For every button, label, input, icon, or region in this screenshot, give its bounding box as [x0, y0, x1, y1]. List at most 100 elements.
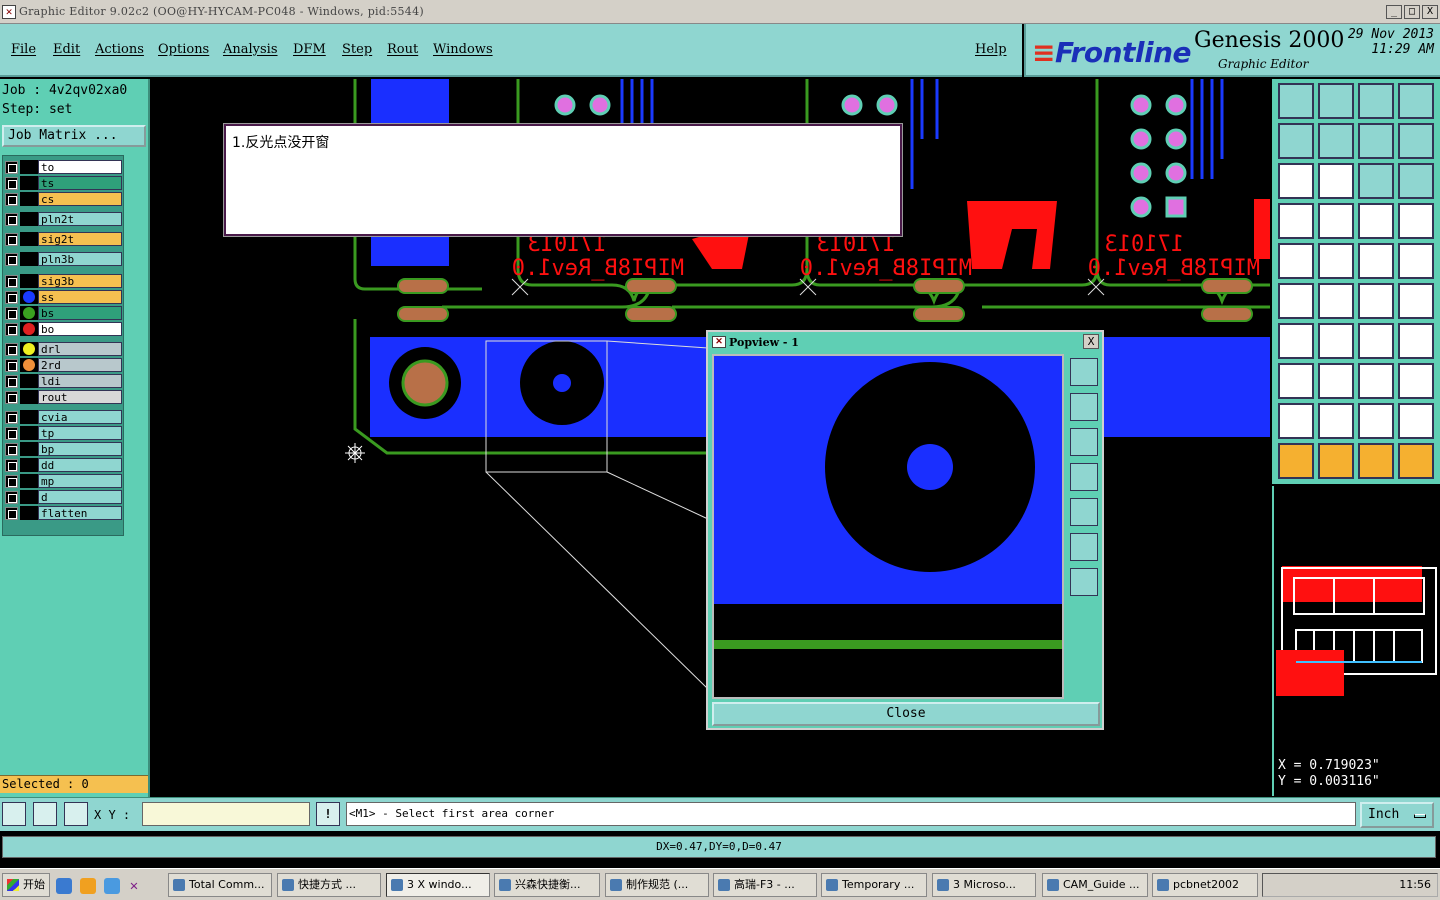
lasso-icon[interactable] — [1358, 443, 1394, 479]
layer-checkbox[interactable] — [5, 160, 18, 174]
layer-checkbox[interactable] — [5, 192, 18, 206]
layer-checkbox[interactable] — [5, 306, 18, 320]
menu-file[interactable]: File — [11, 42, 36, 57]
layer-checkbox[interactable] — [5, 176, 18, 190]
ie-icon[interactable] — [56, 878, 72, 894]
zoom-area-icon[interactable] — [1398, 83, 1434, 119]
menu-step[interactable]: Step — [342, 42, 372, 57]
layer-name[interactable]: dd — [38, 458, 122, 472]
xy-input[interactable] — [142, 802, 310, 826]
fill-mode-icon[interactable] — [1398, 243, 1434, 279]
layer-row-bo[interactable]: bo — [5, 322, 122, 336]
layer-name[interactable]: tp — [38, 426, 122, 440]
popview-close-icon[interactable]: X — [1083, 334, 1099, 349]
menu-windows[interactable]: Windows — [433, 42, 493, 57]
menu-actions[interactable]: Actions — [95, 42, 144, 57]
surface-icon[interactable] — [1398, 403, 1434, 439]
alert-button[interactable]: ! — [316, 802, 340, 826]
layer-row-dd[interactable]: dd — [5, 458, 122, 472]
layer-color-indicator[interactable] — [20, 274, 38, 288]
layer-name[interactable]: sig3b — [38, 274, 122, 288]
layer-checkbox[interactable] — [5, 212, 18, 226]
layer-row-ldi[interactable]: ldi — [5, 374, 122, 388]
layer-color-indicator[interactable] — [20, 442, 38, 456]
layer-row-bs[interactable]: bs — [5, 306, 122, 320]
layer-row-cs[interactable]: cs — [5, 192, 122, 206]
layer-name[interactable]: bs — [38, 306, 122, 320]
menu-options[interactable]: Options — [158, 42, 209, 57]
resize-icon[interactable] — [1358, 363, 1394, 399]
layer-color-indicator[interactable] — [20, 160, 38, 174]
minimize-button[interactable]: _ — [1386, 5, 1402, 19]
layer-name[interactable]: flatten — [38, 506, 122, 520]
popview-pan-left-icon[interactable] — [1070, 463, 1098, 491]
quicklaunch-icon[interactable] — [80, 878, 96, 894]
layer-checkbox[interactable] — [5, 506, 18, 520]
redraw-mode-icon[interactable] — [1398, 123, 1434, 159]
layer-checkbox[interactable] — [5, 490, 18, 504]
measure-icon[interactable] — [33, 802, 57, 826]
panel-minimap[interactable] — [1272, 486, 1440, 754]
layer-checkbox[interactable] — [5, 374, 18, 388]
layer-name[interactable]: ldi — [38, 374, 122, 388]
layer-checkbox[interactable] — [5, 458, 18, 472]
divide-icon[interactable] — [1318, 363, 1354, 399]
layer-color-indicator[interactable] — [20, 342, 38, 356]
layer-row-tp[interactable]: tp — [5, 426, 122, 440]
select-pointer-icon[interactable] — [1318, 443, 1354, 479]
layer-color-indicator[interactable] — [20, 490, 38, 504]
layer-name[interactable]: drl — [38, 342, 122, 356]
layer-color-indicator[interactable] — [20, 306, 38, 320]
layer-checkbox[interactable] — [5, 410, 18, 424]
layer-checkbox[interactable] — [5, 232, 18, 246]
layer-name[interactable]: pln2t — [38, 212, 122, 226]
select-net-icon[interactable] — [1358, 203, 1394, 239]
transform-icon[interactable] — [1398, 363, 1434, 399]
pointer-icon[interactable] — [1278, 443, 1314, 479]
query-icon[interactable] — [1398, 163, 1434, 199]
menu-rout[interactable]: Rout — [387, 42, 418, 57]
taskbar-item[interactable]: 3 X windo... — [386, 873, 490, 897]
taskbar-item[interactable]: Total Comm... — [168, 873, 272, 897]
layer-row-mp[interactable]: mp — [5, 474, 122, 488]
zoom-fit-icon[interactable] — [1358, 83, 1394, 119]
layer-row-cvia[interactable]: cvia — [5, 410, 122, 424]
feature-info-icon[interactable] — [1278, 243, 1314, 279]
layer-name[interactable]: pln3b — [38, 252, 122, 266]
layer-name[interactable]: d — [38, 490, 122, 504]
rotate-icon[interactable] — [1398, 283, 1434, 319]
layer-name[interactable]: to — [38, 160, 122, 174]
layer-color-indicator[interactable] — [20, 192, 38, 206]
layer-color-indicator[interactable] — [20, 506, 38, 520]
layer-row-flatten[interactable]: flatten — [5, 506, 122, 520]
layer-checkbox[interactable] — [5, 290, 18, 304]
mirror-icon[interactable] — [1398, 323, 1434, 359]
layer-checkbox[interactable] — [5, 342, 18, 356]
taskbar-item[interactable]: 快捷方式 ... — [277, 873, 381, 897]
layer-color-indicator[interactable] — [20, 290, 38, 304]
layer-color-indicator[interactable] — [20, 232, 38, 246]
select-features-icon[interactable] — [1398, 203, 1434, 239]
route-icon[interactable] — [1398, 443, 1434, 479]
pan-left-icon[interactable] — [1278, 123, 1314, 159]
taskbar-item[interactable]: Temporary ... — [821, 873, 927, 897]
layer-color-indicator[interactable] — [20, 322, 38, 336]
grid-snap-icon[interactable] — [64, 802, 88, 826]
layer-row-pln2t[interactable]: pln2t — [5, 212, 122, 226]
center-icon[interactable] — [1318, 163, 1354, 199]
move-icon[interactable] — [1278, 283, 1314, 319]
layer-name[interactable]: rout — [38, 390, 122, 404]
line-icon[interactable] — [1278, 323, 1314, 359]
layer-checkbox[interactable] — [5, 322, 18, 336]
popview-zoom-out-icon[interactable] — [1070, 568, 1098, 596]
draw-line-icon[interactable] — [1318, 323, 1354, 359]
layer-row-rout[interactable]: rout — [5, 390, 122, 404]
polygon-icon[interactable] — [1278, 403, 1314, 439]
layer-name[interactable]: sig2t — [38, 232, 122, 246]
layer-color-indicator[interactable] — [20, 426, 38, 440]
layer-row-2rd[interactable]: 2rd — [5, 358, 122, 372]
snap-icon[interactable] — [1278, 203, 1314, 239]
layer-checkbox[interactable] — [5, 358, 18, 372]
taskbar-item[interactable]: 3 Microso... — [932, 873, 1036, 897]
select-mode-icon[interactable] — [2, 802, 26, 826]
